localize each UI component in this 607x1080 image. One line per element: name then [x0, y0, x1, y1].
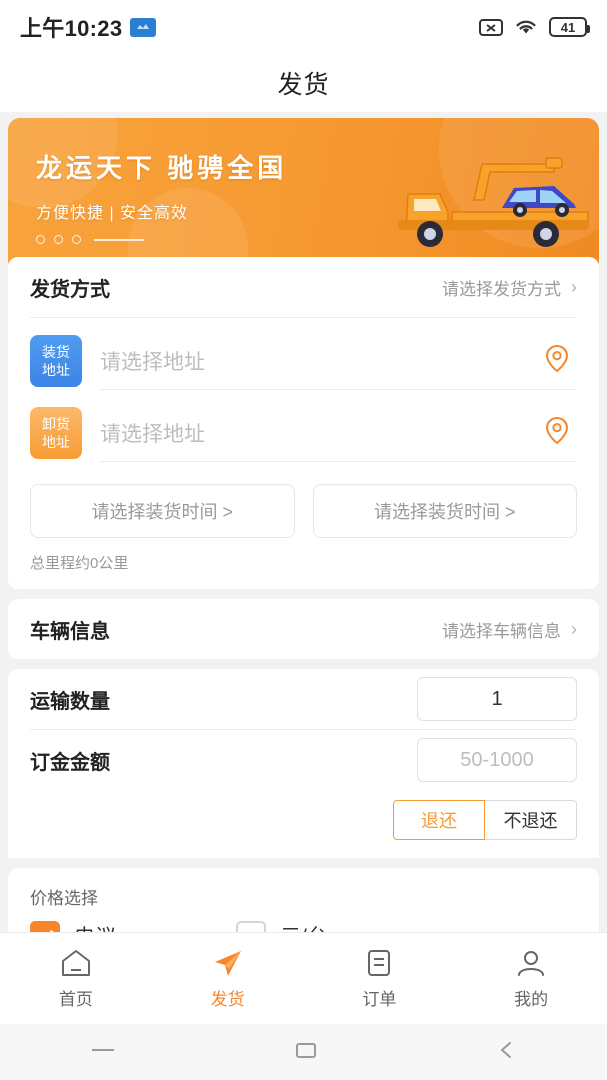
unload-tag-line2: 地址	[42, 433, 70, 451]
time-picker-row: 请选择装货时间 > 请选择装货时间 >	[8, 462, 599, 538]
deposit-label: 订金金额	[30, 746, 110, 775]
checkbox-checked-icon[interactable]	[30, 921, 60, 932]
map-pin-icon[interactable]	[541, 414, 573, 451]
status-bar: 上午10:23 41	[0, 0, 607, 54]
unload-time-button[interactable]: 请选择装货时间 >	[313, 484, 578, 538]
shipping-method-value-group[interactable]: 请选择发货方式 ›	[442, 275, 577, 300]
banner-text: 龙运天下 驰骋全国 方便快捷 | 安全高效	[36, 148, 287, 244]
sim-card-icon	[130, 18, 156, 37]
unload-address-row[interactable]: 卸货 地址 请选择地址	[8, 390, 599, 462]
bottom-tab-bar: 首页 发货 订单 我的	[0, 932, 607, 1024]
home-square-icon[interactable]	[293, 1039, 319, 1066]
tab-home[interactable]: 首页	[0, 948, 152, 1010]
unload-tag-line1: 卸货	[42, 415, 70, 433]
tab-ship[interactable]: 发货	[152, 948, 304, 1010]
system-nav-bar	[0, 1024, 607, 1080]
load-address-input[interactable]: 请选择地址	[100, 332, 577, 390]
deposit-field-wrap: 50-1000	[417, 738, 577, 782]
order-list-icon	[362, 948, 396, 978]
price-select-title: 价格选择	[8, 868, 599, 913]
status-icons: 41	[479, 17, 587, 37]
checkbox-unchecked-icon[interactable]	[236, 921, 266, 932]
deposit-input[interactable]: 50-1000	[417, 738, 577, 782]
quantity-row: 运输数量 1	[8, 669, 599, 729]
load-tag-line1: 装货	[42, 343, 70, 361]
load-time-button[interactable]: 请选择装货时间 >	[30, 484, 295, 538]
refund-yes-button[interactable]: 退还	[393, 800, 485, 840]
shipping-form-card: 发货方式 请选择发货方式 › 装货 地址 请选择地址	[8, 257, 599, 589]
tab-orders[interactable]: 订单	[304, 948, 456, 1010]
quantity-label: 运输数量	[30, 685, 110, 714]
tab-label: 发货	[211, 985, 245, 1010]
shipping-method-label: 发货方式	[30, 273, 110, 302]
battery-level: 41	[561, 20, 575, 35]
price-option-negotiable[interactable]: 电议	[30, 921, 116, 932]
send-plane-icon	[211, 948, 245, 978]
vehicle-info-value: 请选择车辆信息	[442, 617, 561, 642]
price-select-options: 电议 元/台	[8, 913, 599, 932]
quantity-field-wrap: 1	[417, 677, 577, 721]
wifi-icon	[513, 17, 539, 37]
order-values-card: 运输数量 1 订金金额 50-1000 退还 不退还	[8, 669, 599, 858]
tab-label: 我的	[514, 985, 548, 1010]
unload-address-input[interactable]: 请选择地址	[100, 404, 577, 462]
load-address-placeholder: 请选择地址	[100, 346, 205, 376]
deposit-row: 订金金额 50-1000	[8, 730, 599, 790]
price-option-label: 电议	[74, 921, 116, 932]
unload-address-placeholder: 请选择地址	[100, 418, 205, 448]
map-pin-icon[interactable]	[541, 342, 573, 379]
mileage-text: 总里程约0公里	[8, 538, 599, 589]
battery-indicator: 41	[549, 17, 587, 37]
price-select-card: 价格选择 电议 元/台	[8, 868, 599, 932]
menu-icon[interactable]	[88, 1040, 118, 1065]
banner-subline: 方便快捷 | 安全高效	[36, 199, 287, 223]
mute-icon	[479, 17, 503, 37]
chevron-right-icon: ›	[571, 277, 577, 298]
price-option-label: 元/台	[280, 921, 328, 932]
app-screen: 上午10:23 41 发货 龙运天下 驰骋全国 方便快捷 | 安全高效	[0, 0, 607, 1080]
scroll-content[interactable]: 龙运天下 驰骋全国 方便快捷 | 安全高效	[0, 112, 607, 932]
page-title: 发货	[277, 65, 329, 101]
status-time: 上午10:23	[20, 11, 122, 43]
chevron-right-icon: ›	[571, 619, 577, 640]
vehicle-info-value-group[interactable]: 请选择车辆信息 ›	[442, 617, 577, 642]
tab-mine[interactable]: 我的	[455, 948, 607, 1010]
tow-truck-icon	[378, 142, 593, 257]
back-icon[interactable]	[494, 1039, 520, 1066]
shipping-method-row[interactable]: 发货方式 请选择发货方式 ›	[8, 257, 599, 317]
refund-no-button[interactable]: 不退还	[485, 800, 577, 840]
vehicle-info-label: 车辆信息	[30, 615, 110, 644]
shipping-method-value: 请选择发货方式	[442, 275, 561, 300]
tab-label: 首页	[59, 985, 93, 1010]
page-title-bar: 发货	[0, 54, 607, 112]
home-icon	[59, 948, 93, 978]
vehicle-info-row[interactable]: 车辆信息 请选择车辆信息 ›	[8, 599, 599, 659]
tab-label: 订单	[362, 985, 396, 1010]
vehicle-info-card: 车辆信息 请选择车辆信息 ›	[8, 599, 599, 659]
promo-banner[interactable]: 龙运天下 驰骋全国 方便快捷 | 安全高效	[8, 118, 599, 273]
load-tag-line2: 地址	[42, 361, 70, 379]
banner-decoration	[36, 235, 287, 244]
load-address-row[interactable]: 装货 地址 请选择地址	[8, 318, 599, 390]
price-option-per-unit[interactable]: 元/台	[236, 921, 328, 932]
refund-toggle-group: 退还 不退还	[8, 790, 599, 858]
banner-headline: 龙运天下 驰骋全国	[36, 148, 287, 185]
load-address-tag: 装货 地址	[30, 335, 82, 387]
unload-address-tag: 卸货 地址	[30, 407, 82, 459]
quantity-input[interactable]: 1	[417, 677, 577, 721]
person-icon	[514, 948, 548, 978]
